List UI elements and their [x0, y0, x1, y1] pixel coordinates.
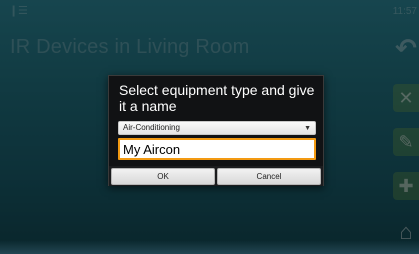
equipment-type-value: Air-Conditioning	[123, 123, 180, 132]
equipment-type-select[interactable]: Air-Conditioning ▼	[118, 121, 316, 135]
equipment-name-input[interactable]	[118, 138, 316, 160]
dropdown-arrow-icon: ▼	[304, 125, 311, 132]
dialog-title: Select equipment type and give it a name	[119, 82, 315, 114]
dialog-button-bar: OK Cancel	[109, 166, 323, 186]
app-screen: ❙ ☰ 11:57 IR Devices in Living Room ↶ ✕ …	[0, 0, 419, 254]
add-equipment-dialog: Select equipment type and give it a name…	[108, 75, 324, 186]
ok-button[interactable]: OK	[111, 168, 215, 185]
cancel-button[interactable]: Cancel	[217, 168, 321, 185]
